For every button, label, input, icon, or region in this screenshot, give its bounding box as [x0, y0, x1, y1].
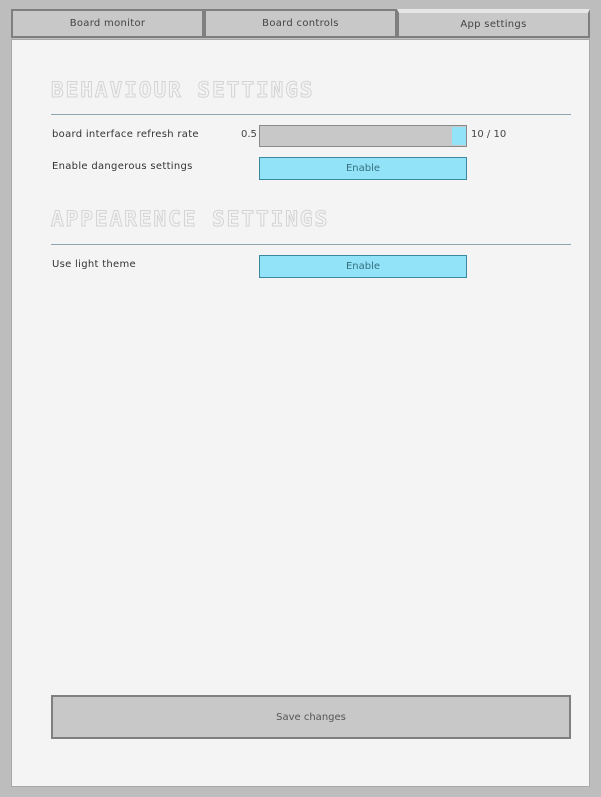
refresh-rate-slider[interactable] — [259, 125, 467, 147]
enable-dangerous-button[interactable]: Enable — [259, 157, 467, 180]
appearance-settings-title: APPEARENCE SETTINGS — [50, 207, 330, 232]
slider-value-readout: 10 / 10 — [471, 129, 507, 140]
slider-min-label: 0.5 — [241, 129, 257, 140]
tab-bar: Board monitor Board controls App setting… — [11, 9, 591, 41]
refresh-rate-label: board interface refresh rate — [52, 129, 199, 140]
enable-light-theme-button[interactable]: Enable — [259, 255, 467, 278]
slider-handle[interactable] — [452, 127, 466, 145]
behaviour-settings-title: BEHAVIOUR SETTINGS — [51, 78, 315, 103]
tab-board-controls[interactable]: Board controls — [204, 9, 397, 38]
save-changes-button[interactable]: Save changes — [51, 695, 571, 739]
settings-panel: BEHAVIOUR SETTINGS board interface refre… — [11, 39, 590, 787]
app-window: Board monitor Board controls App setting… — [0, 0, 601, 797]
tab-app-settings[interactable]: App settings — [397, 9, 590, 38]
light-theme-label: Use light theme — [52, 259, 137, 270]
dangerous-settings-label: Enable dangerous settings — [52, 161, 193, 172]
section-divider — [51, 114, 571, 115]
section-divider — [51, 244, 571, 245]
tab-board-monitor[interactable]: Board monitor — [11, 9, 204, 38]
